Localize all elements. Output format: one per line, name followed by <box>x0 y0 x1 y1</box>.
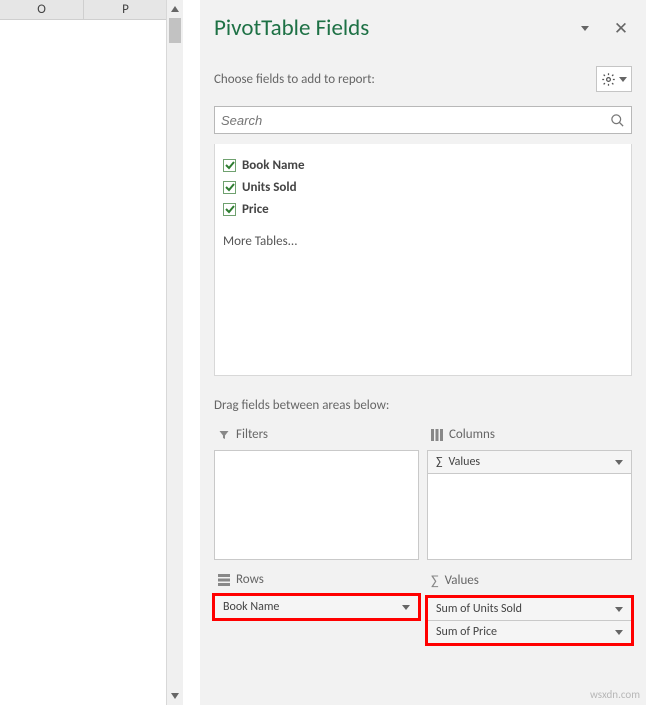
gear-icon <box>601 72 616 87</box>
pane-header: PivotTable Fields ✕ <box>214 14 632 42</box>
scroll-down-button[interactable] <box>167 687 183 705</box>
close-pane-button[interactable]: ✕ <box>610 17 632 39</box>
area-item-label: Sum of Units Sold <box>436 602 522 616</box>
rows-icon <box>218 574 230 586</box>
chevron-down-icon <box>615 460 623 465</box>
checkbox-checked-icon[interactable] <box>223 159 236 172</box>
sigma-icon: ∑ <box>436 455 443 469</box>
chevron-down-icon <box>615 607 623 612</box>
columns-dropzone[interactable]: ∑ Values <box>427 450 632 560</box>
pane-title: PivotTable Fields <box>214 14 560 42</box>
field-label: Price <box>242 202 269 217</box>
values-item-sum-units-sold[interactable]: Sum of Units Sold <box>427 597 632 621</box>
columns-item-values[interactable]: ∑ Values <box>427 450 632 474</box>
values-dropzone[interactable]: Sum of Units Sold Sum of Price <box>427 597 632 644</box>
vertical-scrollbar[interactable] <box>166 0 183 705</box>
checkbox-checked-icon[interactable] <box>223 203 236 216</box>
watermark: wsxdn.com <box>590 688 640 701</box>
scroll-thumb[interactable] <box>169 18 181 43</box>
drop-areas: Filters Columns ∑ Values <box>214 423 632 644</box>
column-headers: O P <box>0 0 183 20</box>
worksheet-area: O P <box>0 0 183 705</box>
rows-dropzone[interactable]: Book Name <box>214 595 419 619</box>
rows-item-book-name[interactable]: Book Name <box>214 595 419 619</box>
column-header-o[interactable]: O <box>0 0 84 19</box>
columns-header: Columns <box>427 423 632 450</box>
values-header: ∑ Values <box>427 568 632 597</box>
area-item-label: Sum of Price <box>436 625 497 639</box>
column-header-p[interactable]: P <box>84 0 168 19</box>
chevron-down-icon <box>402 605 410 610</box>
columns-area: Columns ∑ Values <box>427 423 632 560</box>
columns-icon <box>431 429 443 441</box>
area-label: Filters <box>236 427 268 442</box>
chevron-down-icon <box>619 77 627 82</box>
area-item-label: Book Name <box>223 600 279 614</box>
pane-menu-dropdown[interactable] <box>574 17 596 39</box>
search-input[interactable] <box>221 113 610 128</box>
area-label: Rows <box>236 572 264 587</box>
tools-dropdown-button[interactable] <box>596 66 632 92</box>
field-item-book-name[interactable]: Book Name <box>223 154 623 176</box>
instruction-text: Choose fields to add to report: <box>214 72 596 87</box>
filters-header: Filters <box>214 423 419 450</box>
field-label: Book Name <box>242 158 305 173</box>
field-label: Units Sold <box>242 180 297 195</box>
values-area: ∑ Values Sum of Units Sold Sum of Price <box>427 568 632 644</box>
instruction-row: Choose fields to add to report: <box>214 66 632 92</box>
filters-area: Filters <box>214 423 419 560</box>
chevron-down-icon <box>615 630 623 635</box>
area-label: Values <box>445 573 479 588</box>
area-item-label: Values <box>449 455 481 469</box>
filter-icon <box>218 429 230 441</box>
field-list: Book Name Units Sold Price More Tables..… <box>214 144 632 376</box>
area-label: Columns <box>449 427 495 442</box>
pivottable-fields-pane: PivotTable Fields ✕ Choose fields to add… <box>200 0 646 705</box>
search-icon <box>610 113 625 128</box>
search-box[interactable] <box>214 106 632 134</box>
worksheet-body[interactable] <box>0 20 183 705</box>
filters-dropzone[interactable] <box>214 450 419 560</box>
values-item-sum-price[interactable]: Sum of Price <box>427 620 632 644</box>
field-item-price[interactable]: Price <box>223 198 623 220</box>
field-item-units-sold[interactable]: Units Sold <box>223 176 623 198</box>
sigma-icon: ∑ <box>431 572 439 589</box>
rows-header: Rows <box>214 568 419 595</box>
close-icon: ✕ <box>614 20 628 37</box>
scroll-up-button[interactable] <box>167 0 183 18</box>
checkbox-checked-icon[interactable] <box>223 181 236 194</box>
more-tables-link[interactable]: More Tables... <box>223 234 623 249</box>
drag-instruction-text: Drag fields between areas below: <box>214 398 632 413</box>
rows-area: Rows Book Name <box>214 568 419 644</box>
chevron-down-icon <box>581 26 589 31</box>
